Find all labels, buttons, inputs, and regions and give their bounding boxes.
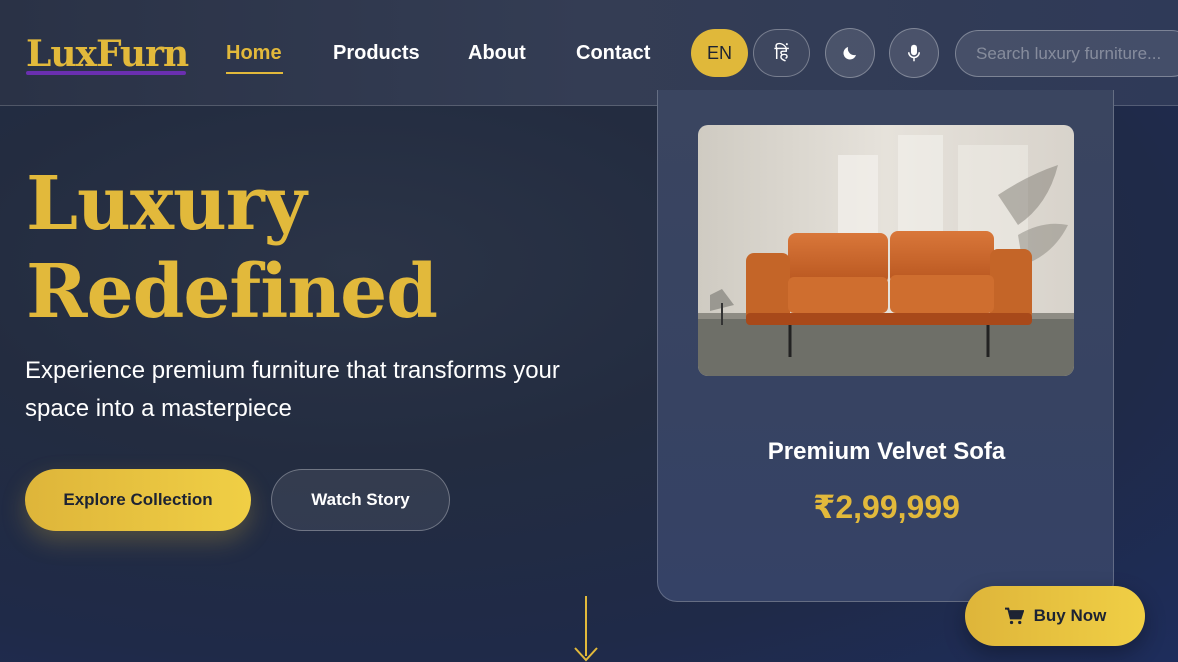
nav-link-contact[interactable]: Contact (576, 40, 650, 66)
cart-icon (1004, 607, 1024, 625)
voice-search-button[interactable] (889, 28, 939, 78)
hero-title-line2: Redefined (26, 249, 438, 335)
arrow-down-icon[interactable] (573, 596, 599, 662)
search-input[interactable] (955, 30, 1178, 77)
product-image[interactable] (698, 125, 1074, 376)
product-card[interactable]: Premium Velvet Sofa ₹2,99,999 (657, 90, 1114, 602)
nav-link-home[interactable]: Home (226, 40, 282, 66)
nav-active-indicator (226, 72, 283, 74)
nav-link-about[interactable]: About (468, 40, 526, 66)
product-name: Premium Velvet Sofa (767, 438, 1006, 465)
language-en-button[interactable]: EN (691, 29, 748, 77)
explore-collection-button[interactable]: Explore Collection (25, 469, 251, 531)
logo-underline (26, 71, 186, 75)
brand-logo[interactable]: LuxFurn (26, 34, 189, 74)
nav-link-products[interactable]: Products (333, 40, 420, 66)
moon-icon (843, 47, 856, 60)
language-hindi-button[interactable]: हिं (753, 29, 810, 77)
product-price: ₹2,99,999 (813, 489, 960, 525)
buy-now-label: Buy Now (1033, 606, 1107, 625)
hero-title-line1: Luxury (26, 161, 307, 247)
watch-story-button[interactable]: Watch Story (271, 469, 450, 531)
buy-now-button[interactable]: Buy Now (965, 586, 1145, 646)
theme-toggle-button[interactable] (825, 28, 875, 78)
hero-subtitle: Experience premium furniture that transf… (25, 357, 560, 422)
hero-title: Luxury Redefined (26, 160, 438, 336)
microphone-icon (908, 44, 920, 62)
